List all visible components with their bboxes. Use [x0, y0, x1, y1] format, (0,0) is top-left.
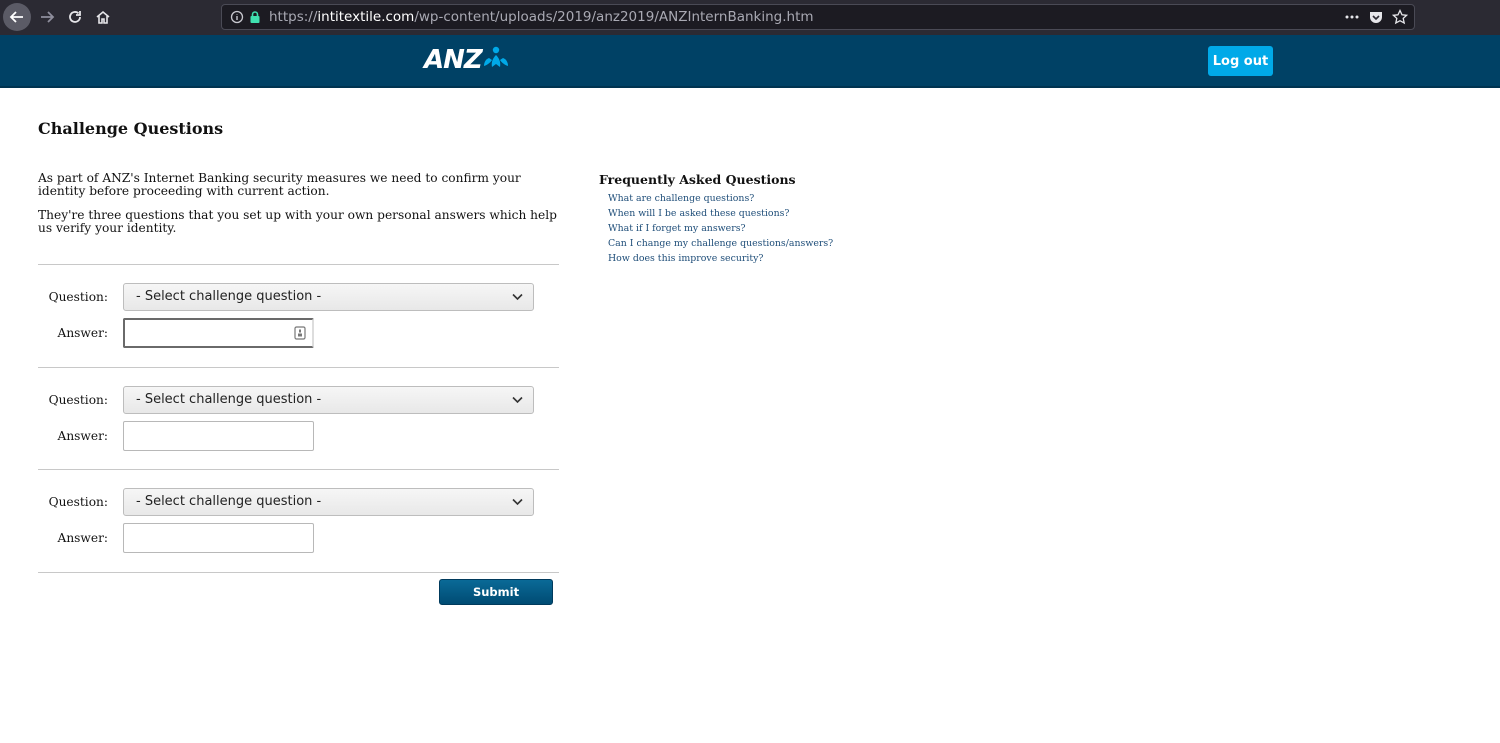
- bookmark-star-icon[interactable]: [1392, 9, 1408, 25]
- page-title: Challenge Questions: [38, 119, 224, 138]
- select-value: - Select challenge question -: [136, 392, 322, 407]
- submit-button[interactable]: Submit: [439, 579, 553, 605]
- challenge-question-select-2[interactable]: - Select challenge question -: [123, 386, 534, 414]
- answer-label: Answer:: [57, 531, 108, 545]
- faq-title: Frequently Asked Questions: [599, 172, 796, 187]
- answer-input-2[interactable]: [123, 421, 314, 451]
- question-label: Question:: [48, 393, 108, 407]
- chevron-down-icon: [512, 396, 523, 404]
- challenge-question-select-3[interactable]: - Select challenge question -: [123, 488, 534, 516]
- question-label: Question:: [48, 495, 108, 509]
- url-path: /wp-content/uploads/2019/anz2019/ANZInte…: [414, 9, 814, 25]
- back-button[interactable]: [3, 3, 31, 31]
- browser-toolbar: https://intitextile.com/wp-content/uploa…: [0, 0, 1500, 35]
- divider: [38, 572, 559, 573]
- answer-input-3[interactable]: [123, 523, 314, 553]
- logout-button[interactable]: Log out: [1208, 46, 1273, 76]
- arrow-right-icon: [41, 11, 55, 23]
- intro-paragraph: As part of ANZ's Internet Banking securi…: [38, 171, 521, 198]
- logo-text: ANZ: [424, 45, 483, 75]
- pocket-icon[interactable]: [1368, 9, 1384, 25]
- site-header: ANZ Log out: [0, 35, 1500, 88]
- anz-people-icon: [483, 46, 508, 67]
- answer-label: Answer:: [57, 326, 108, 340]
- url-text: https://intitextile.com/wp-content/uploa…: [269, 9, 814, 25]
- more-options-icon[interactable]: [1344, 9, 1360, 25]
- faq-link[interactable]: What if I forget my answers?: [608, 221, 833, 236]
- answer-label: Answer:: [57, 429, 108, 443]
- info-icon: [230, 10, 244, 24]
- forward-button[interactable]: [33, 3, 61, 31]
- intro-paragraph: They're three questions that you set up …: [38, 208, 557, 235]
- reload-button[interactable]: [61, 3, 89, 31]
- home-button[interactable]: [89, 3, 117, 31]
- challenge-question-select-1[interactable]: - Select challenge question -: [123, 283, 534, 311]
- intro-text: As part of ANZ's Internet Banking securi…: [38, 172, 558, 246]
- reload-icon: [69, 11, 81, 23]
- answer-input-1[interactable]: [123, 318, 314, 348]
- faq-link[interactable]: When will I be asked these questions?: [608, 206, 833, 221]
- home-icon: [96, 10, 110, 24]
- password-manager-icon[interactable]: [294, 326, 306, 340]
- lock-icon: [250, 11, 260, 23]
- faq-list: What are challenge questions? When will …: [608, 191, 833, 266]
- url-host: intitextile.com: [317, 9, 415, 25]
- chevron-down-icon: [512, 498, 523, 506]
- arrow-left-icon: [9, 11, 23, 23]
- chevron-down-icon: [512, 293, 523, 301]
- url-scheme: https://: [269, 9, 318, 25]
- select-value: - Select challenge question -: [136, 494, 322, 509]
- divider: [38, 469, 559, 470]
- faq-link[interactable]: How does this improve security?: [608, 251, 833, 266]
- address-bar[interactable]: https://intitextile.com/wp-content/uploa…: [221, 4, 1415, 30]
- divider: [38, 264, 559, 265]
- faq-link[interactable]: Can I change my challenge questions/answ…: [608, 236, 833, 251]
- select-value: - Select challenge question -: [136, 289, 322, 304]
- divider: [38, 367, 559, 368]
- anz-logo[interactable]: ANZ: [424, 46, 512, 74]
- faq-link[interactable]: What are challenge questions?: [608, 191, 833, 206]
- question-label: Question:: [48, 290, 108, 304]
